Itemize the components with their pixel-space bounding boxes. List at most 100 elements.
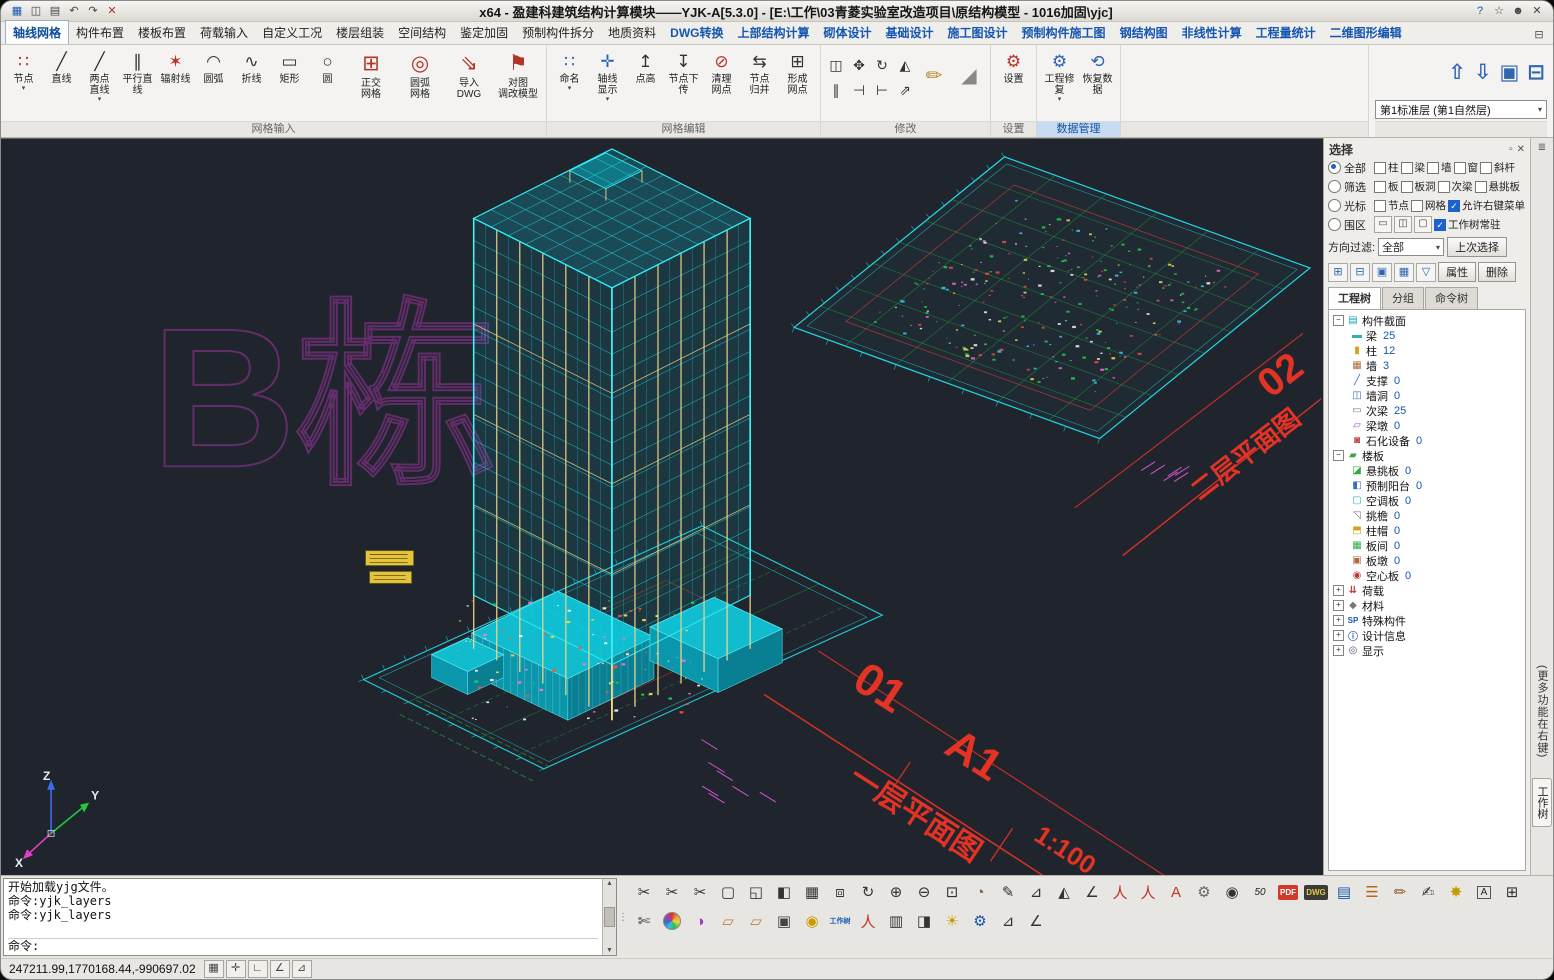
save-icon[interactable]: ◫	[28, 4, 44, 19]
color-wheel-icon[interactable]: ◑	[687, 908, 713, 934]
dimension-icon[interactable]: ∠	[1079, 879, 1105, 905]
std-layers-icon[interactable]: ▣	[1500, 60, 1520, 85]
drawing-album-icon[interactable]: ☰	[1359, 879, 1385, 905]
orbit-icon[interactable]: ↻	[855, 879, 881, 905]
checkbox-网格[interactable]: 网格	[1411, 198, 1446, 213]
scale-50-icon[interactable]: 50	[1247, 879, 1273, 905]
help-icon[interactable]: ?	[1472, 4, 1488, 19]
dock-handle-icon[interactable]: ≣	[1538, 142, 1546, 153]
radial-line-tool[interactable]: ✶辐射线	[157, 48, 194, 85]
model-viewport[interactable]: B栋 ZYX 01 A1 一层平面图 1:100 02 二层平面图	[1, 139, 1323, 875]
scroll-thumb[interactable]	[604, 907, 615, 927]
ruler-icon[interactable]: ⊿	[1023, 879, 1049, 905]
tree-item[interactable]: ◙石化设备0	[1329, 433, 1525, 448]
zoom-window-icon[interactable]: ⊡	[939, 879, 965, 905]
tree-item[interactable]: −▰楼板	[1329, 448, 1525, 463]
command-scrollbar[interactable]: ▲ ▼	[602, 879, 616, 955]
tab-构件布置[interactable]: 构件布置	[69, 21, 131, 44]
insert-layer-up-icon[interactable]: ⇧	[1448, 60, 1466, 85]
direction-filter-select[interactable]: 全部 ▾	[1378, 238, 1444, 256]
set-square-icon[interactable]: ⊿	[995, 908, 1021, 934]
tab-钢结构图[interactable]: 钢结构图	[1113, 21, 1175, 44]
tree-expander-icon[interactable]: +	[1333, 630, 1344, 641]
checkbox-梁[interactable]: 梁	[1401, 160, 1426, 175]
modify-offset[interactable]: ∥	[825, 78, 847, 102]
section-box-icon[interactable]: ⧈	[827, 879, 853, 905]
tree-item[interactable]: ╱支撑0	[1329, 373, 1525, 388]
radio-围区[interactable]: 围区	[1328, 217, 1372, 233]
tab-DWG转换[interactable]: DWG转换	[663, 21, 730, 44]
tree-item[interactable]: ▭次梁25	[1329, 403, 1525, 418]
tree-item[interactable]: +⇊荷载	[1329, 583, 1525, 598]
tree-item[interactable]: +SP特殊构件	[1329, 613, 1525, 628]
tab-砌体设计[interactable]: 砌体设计	[817, 21, 879, 44]
worktree-toggle-icon[interactable]: 工作树	[827, 908, 853, 934]
tree-item[interactable]: ◹挑檐0	[1329, 508, 1525, 523]
tab-预制构件拆分[interactable]: 预制构件拆分	[515, 21, 601, 44]
edit-drawing-icon[interactable]: ✏	[1387, 879, 1413, 905]
rect-tool[interactable]: ▭矩形	[271, 48, 308, 85]
redo-icon[interactable]: ↷	[85, 4, 101, 19]
cut-icon[interactable]: ✂	[631, 879, 657, 905]
exit-icon[interactable]: ✕	[104, 4, 120, 19]
hidden-line-view-icon[interactable]: ◱	[743, 879, 769, 905]
shaded-view-icon[interactable]: ◧	[771, 879, 797, 905]
collapse-all-icon[interactable]: ⊟	[1350, 263, 1370, 282]
settings-tool[interactable]: ⚙设置	[995, 48, 1032, 85]
checkbox-柱[interactable]: 柱	[1374, 160, 1399, 175]
tab-自定义工况[interactable]: 自定义工况	[255, 21, 329, 44]
checkbox-墙[interactable]: 墙	[1427, 160, 1452, 175]
ortho-toggle[interactable]: ∟	[248, 960, 268, 978]
checkbox-悬挑板[interactable]: 悬挑板	[1475, 179, 1521, 194]
tab-地质资料[interactable]: 地质资料	[601, 21, 663, 44]
dwg-export-icon[interactable]: DWG	[1303, 879, 1329, 905]
checkbox-工作树常驻[interactable]: ✓工作树常驻	[1434, 217, 1501, 232]
insert-layer-down-icon[interactable]: ⇩	[1474, 60, 1492, 85]
tab-二维图形编辑[interactable]: 二维图形编辑	[1323, 21, 1409, 44]
polar-toggle[interactable]: ∠	[270, 960, 290, 978]
signature-icon[interactable]: ✍	[1415, 879, 1441, 905]
tree-item[interactable]: +◆材料	[1329, 598, 1525, 613]
checkbox-板洞[interactable]: 板洞	[1401, 179, 1436, 194]
tree-expander-icon[interactable]: +	[1333, 585, 1344, 596]
modify-extend[interactable]: ⊢	[871, 78, 893, 102]
radio-全部[interactable]: 全部	[1328, 160, 1372, 176]
tree-item[interactable]: ▣板墩0	[1329, 553, 1525, 568]
tab-预制构件施工图[interactable]: 预制构件施工图	[1015, 21, 1113, 44]
naming-tool[interactable]: ∷命名▾	[551, 48, 588, 92]
tree-expander-icon[interactable]: −	[1333, 450, 1344, 461]
tree-item[interactable]: ▦板间0	[1329, 538, 1525, 553]
clean-grid-tool[interactable]: ⊘清理 网点	[703, 48, 740, 96]
grid-toggle[interactable]: ▦	[204, 960, 224, 978]
text-annotate-icon[interactable]: A	[1163, 879, 1189, 905]
tree-expander-icon[interactable]: +	[1333, 645, 1344, 656]
print-icon[interactable]: ▤	[47, 4, 63, 19]
palette-icon[interactable]	[659, 908, 685, 934]
undo-icon[interactable]: ↶	[66, 4, 82, 19]
project-repair-tool[interactable]: ⚙工程修复▾	[1041, 48, 1078, 103]
zoom-out-icon[interactable]: ⊖	[911, 879, 937, 905]
snip-icon[interactable]: ✄	[631, 908, 657, 934]
checkbox-允许右键菜单[interactable]: ✓允许右键菜单	[1448, 198, 1525, 213]
tree-item[interactable]: ▢空调板0	[1329, 493, 1525, 508]
modify-mirror[interactable]: ◫	[825, 53, 847, 77]
scroll-up-icon[interactable]: ▲	[606, 880, 613, 887]
tab-轴线网格[interactable]: 轴线网格	[5, 20, 69, 44]
lock-icon[interactable]: ◉	[799, 908, 825, 934]
merge-node-tool[interactable]: ⇆节点 归并	[741, 48, 778, 96]
collapse-ribbon-icon[interactable]: ⊟	[1529, 28, 1549, 44]
command-splitter[interactable]	[619, 876, 627, 958]
pick-window-icon[interactable]: ◫	[1394, 216, 1412, 233]
text-style-icon[interactable]: A	[1471, 879, 1497, 905]
run-icon[interactable]: 人	[1135, 879, 1161, 905]
tree-item[interactable]: ▬梁25	[1329, 328, 1525, 343]
zoom-in-icon[interactable]: ⊕	[883, 879, 909, 905]
restore-data-tool[interactable]: ⟲恢复数据	[1079, 48, 1116, 96]
osnap-toggle[interactable]: ⊿	[292, 960, 312, 978]
modify-flip[interactable]: ◭	[894, 53, 916, 77]
modify-stretch[interactable]: ⇗	[894, 78, 916, 102]
wireframe-view-icon[interactable]: ▢	[715, 879, 741, 905]
tree-item[interactable]: ◫墙洞0	[1329, 388, 1525, 403]
point-height-tool[interactable]: ↥点高	[627, 48, 664, 85]
radio-筛选[interactable]: 筛选	[1328, 179, 1372, 195]
